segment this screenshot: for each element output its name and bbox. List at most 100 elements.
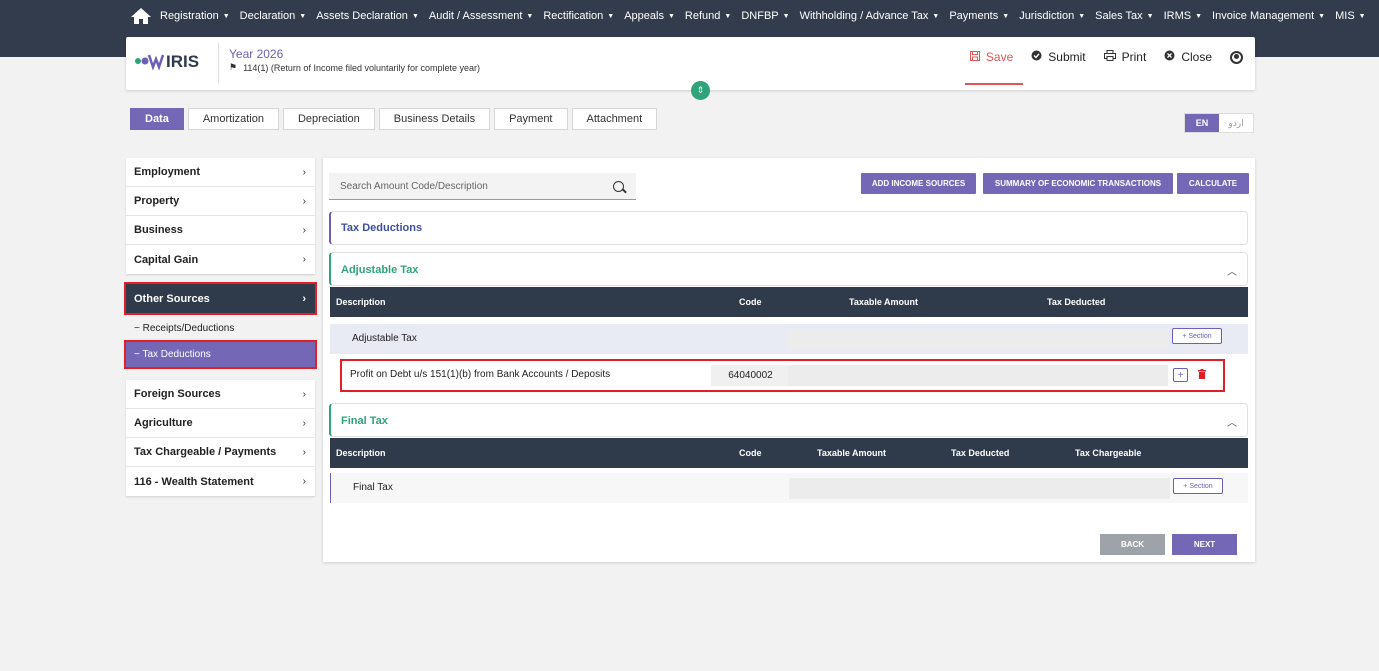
nav-payments[interactable]: Payments ▼ <box>949 10 1009 22</box>
tab-business-details[interactable]: Business Details <box>378 108 491 130</box>
chevron-right-icon: › <box>302 166 306 178</box>
nav-audit-assessment[interactable]: Audit / Assessment ▼ <box>429 10 533 22</box>
submit-button[interactable]: Submit <box>1031 50 1086 64</box>
lang-en-button[interactable]: EN <box>1185 114 1219 132</box>
chevron-right-icon: › <box>302 417 306 429</box>
print-label: Print <box>1121 50 1147 64</box>
back-button[interactable]: BACK <box>1100 534 1165 555</box>
nav-refund[interactable]: Refund ▼ <box>685 10 731 22</box>
nav-label: Withholding / Advance Tax <box>799 10 929 22</box>
sidebar-item-agriculture[interactable]: Agriculture › <box>126 409 315 438</box>
main-menu: Registration ▼ Declaration ▼ Assets Declar… <box>130 5 1376 27</box>
taxable-amount-input[interactable] <box>788 365 978 386</box>
sidebar-group-income: Employment › Property › Business › Capital … <box>126 158 315 274</box>
sidebar-item-label: Property <box>134 195 180 207</box>
caret-down-icon: ▼ <box>932 12 940 20</box>
caret-down-icon: ▼ <box>222 12 230 20</box>
summary-economic-transactions-button[interactable]: SUMMARY OF ECONOMIC TRANSACTIONS <box>983 173 1173 194</box>
sidebar-sub-receipts-deductions[interactable]: − Receipts/Deductions <box>126 316 315 341</box>
sidebar-item-foreign-sources[interactable]: Foreign Sources › <box>126 380 315 409</box>
nav-label: Assets Declaration <box>316 10 408 22</box>
sidebar-item-employment[interactable]: Employment › <box>126 158 315 187</box>
sidebar-item-business[interactable]: Business › <box>126 216 315 245</box>
sidebar-item-other-sources[interactable]: Other Sources › <box>124 282 317 315</box>
tab-depreciation[interactable]: Depreciation <box>282 108 375 130</box>
calculate-button[interactable]: CALCULATE <box>1177 173 1249 194</box>
nav-jurisdiction[interactable]: Jurisdiction ▼ <box>1019 10 1085 22</box>
table-row: Adjustable Tax + Section <box>330 324 1248 354</box>
nav-mis[interactable]: MIS ▼ <box>1335 10 1366 22</box>
add-income-sources-button[interactable]: ADD INCOME SOURCES <box>861 173 976 194</box>
taxable-amount-cell <box>788 329 978 350</box>
add-section-button[interactable]: + Section <box>1172 328 1222 344</box>
nav-invoice-management[interactable]: Invoice Management ▼ <box>1212 10 1325 22</box>
nav-label: Jurisdiction <box>1019 10 1075 22</box>
caret-down-icon: ▼ <box>1078 12 1086 20</box>
chevron-right-icon: › <box>302 224 306 236</box>
adjustable-tax-section[interactable]: Adjustable Tax ︿ <box>329 252 1248 286</box>
final-tax-section[interactable]: Final Tax ︿ <box>329 403 1248 437</box>
chevron-right-icon: › <box>302 195 306 207</box>
trash-icon[interactable] <box>1198 369 1206 379</box>
column-header: Taxable Amount <box>849 297 919 307</box>
column-header: Taxable Amount <box>817 448 887 458</box>
search-input[interactable]: Search Amount Code/Description <box>329 173 636 200</box>
chevron-right-icon: › <box>302 476 306 487</box>
tax-chargeable-cell <box>1043 478 1170 499</box>
sidebar-item-label: Capital Gain <box>134 253 199 266</box>
nav-label: Payments <box>949 10 999 22</box>
section-title: Tax Deductions <box>341 222 423 234</box>
check-circle-icon <box>1031 50 1042 64</box>
nav-irms[interactable]: IRMS ▼ <box>1164 10 1202 22</box>
tax-deducted-cell <box>916 478 1043 499</box>
sidebar-item-wealth-statement[interactable]: 116 - Wealth Statement › <box>126 467 315 496</box>
tab-amortization[interactable]: Amortization <box>187 108 279 130</box>
nav-rectification[interactable]: Rectification ▼ <box>543 10 614 22</box>
sidebar-sub-tax-deductions[interactable]: − Tax Deductions <box>124 340 317 369</box>
save-button[interactable]: Save <box>969 50 1013 64</box>
row-description: Adjustable Tax <box>352 333 417 344</box>
tax-deducted-input[interactable] <box>978 365 1168 386</box>
lang-urdu-button[interactable]: اردو <box>1219 114 1253 132</box>
chevron-up-icon[interactable]: ︿ <box>1227 414 1237 429</box>
logo-text: IRIS <box>166 52 199 71</box>
nav-appeals[interactable]: Appeals ▼ <box>624 10 675 22</box>
column-header: Code <box>739 448 762 458</box>
user-icon[interactable] <box>1230 50 1243 64</box>
sidebar-item-tax-chargeable[interactable]: Tax Chargeable / Payments › <box>126 438 315 467</box>
iris-logo: IRIS <box>134 49 212 73</box>
nav-label: Audit / Assessment <box>428 10 523 22</box>
tab-data[interactable]: Data <box>130 108 184 130</box>
sidebar-item-property[interactable]: Property › <box>126 187 315 216</box>
home-icon[interactable] <box>130 7 154 25</box>
sidebar-item-capital-gain[interactable]: Capital Gain › <box>126 245 315 274</box>
nav-registration[interactable]: Registration ▼ <box>160 10 230 22</box>
sidebar-item-label: Employment <box>134 166 201 178</box>
nav-assets-declaration[interactable]: Assets Declaration ▼ <box>316 10 419 22</box>
search-icon[interactable] <box>613 180 624 192</box>
add-row-button[interactable]: + <box>1173 368 1188 382</box>
caret-down-icon: ▼ <box>607 12 615 20</box>
divider <box>218 43 219 83</box>
collapse-toggle-icon[interactable]: ⇕ <box>691 81 710 100</box>
return-type: ⚑ 114(1) (Return of Income filed volunta… <box>229 62 480 73</box>
sidebar-group-other: Foreign Sources › Agriculture › Tax Charge… <box>126 380 315 496</box>
tab-attachment[interactable]: Attachment <box>571 108 658 130</box>
nav-sales-tax[interactable]: Sales Tax ▼ <box>1095 10 1153 22</box>
add-section-button[interactable]: + Section <box>1173 478 1223 494</box>
nav-dnfbp[interactable]: DNFBP ▼ <box>741 10 789 22</box>
nav-label: IRMS <box>1163 10 1192 22</box>
next-button[interactable]: NEXT <box>1172 534 1237 555</box>
chevron-right-icon: › <box>302 446 306 458</box>
nav-declaration[interactable]: Declaration ▼ <box>240 10 307 22</box>
tab-payment[interactable]: Payment <box>494 108 568 130</box>
close-button[interactable]: Close <box>1164 50 1212 64</box>
chevron-up-icon[interactable]: ︿ <box>1227 263 1237 278</box>
tax-year: Year 2026 <box>229 47 284 61</box>
print-button[interactable]: Print <box>1103 50 1147 64</box>
nav-label: DNFBP <box>741 10 779 22</box>
tab-bar: Data Amortization Depreciation Business … <box>130 108 661 130</box>
submit-label: Submit <box>1048 50 1086 64</box>
nav-withholding[interactable]: Withholding / Advance Tax ▼ <box>800 10 940 22</box>
header-actions: Save Submit Print Close <box>952 50 1243 64</box>
